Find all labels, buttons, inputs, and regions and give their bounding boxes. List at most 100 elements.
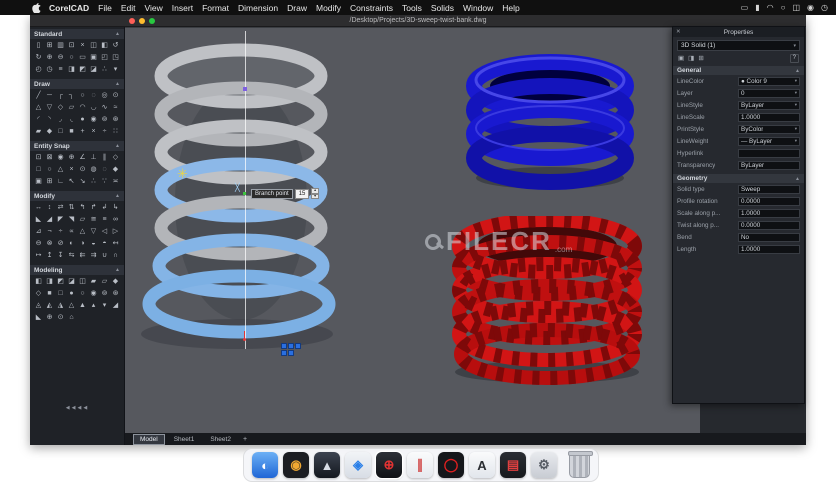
- tool-icon[interactable]: ◬: [33, 300, 44, 312]
- trash-icon[interactable]: [568, 450, 593, 478]
- tool-icon[interactable]: ▰: [88, 276, 99, 288]
- tool-icon[interactable]: △: [77, 226, 88, 238]
- tool-icon[interactable]: ▾: [110, 64, 121, 76]
- tool-icon[interactable]: ◷: [44, 64, 55, 76]
- property-tool-icon[interactable]: ⊞: [698, 54, 703, 62]
- collapse-icon[interactable]: ▲: [795, 68, 800, 74]
- tool-icon[interactable]: ⊘: [55, 238, 66, 250]
- tool-icon[interactable]: □: [55, 288, 66, 300]
- sheet-tab[interactable]: Model: [133, 433, 165, 445]
- tool-icon[interactable]: ◜: [33, 114, 44, 126]
- tool-icon[interactable]: ≍: [110, 176, 121, 188]
- menubar-item[interactable]: File: [98, 3, 112, 13]
- clock-icon[interactable]: ◷: [821, 0, 828, 15]
- tool-icon[interactable]: ●: [66, 288, 77, 300]
- tool-icon[interactable]: ┐: [66, 90, 77, 102]
- tool-icon[interactable]: ↳: [110, 202, 121, 214]
- sheet-tab[interactable]: Sheet2: [203, 434, 238, 445]
- menubar-item[interactable]: View: [145, 3, 163, 13]
- tool-icon[interactable]: ◇: [33, 288, 44, 300]
- tool-icon[interactable]: ◭: [44, 300, 55, 312]
- tool-icon[interactable]: ◣: [33, 312, 44, 324]
- settings-gear-icon[interactable]: ⚙: [531, 452, 557, 478]
- tool-icon[interactable]: ◟: [66, 114, 77, 126]
- menubar-item[interactable]: Format: [202, 3, 229, 13]
- tool-icon[interactable]: ⊕: [44, 312, 55, 324]
- dropdown-arrow-icon[interactable]: ▾: [795, 126, 797, 132]
- property-value-field[interactable]: 1.0000 ▾: [738, 208, 800, 218]
- tool-icon[interactable]: ■: [66, 126, 77, 138]
- tool-icon[interactable]: ≅: [88, 214, 99, 226]
- tool-icon[interactable]: ⊛: [110, 288, 121, 300]
- tool-icon[interactable]: ◇: [110, 152, 121, 164]
- toolbar-section-entity-snap[interactable]: Entity Snap ▲: [30, 141, 124, 151]
- tool-icon[interactable]: ◫: [77, 276, 88, 288]
- dropdown-arrow-icon[interactable]: ▾: [795, 78, 797, 84]
- tool-icon[interactable]: ⊚: [99, 288, 110, 300]
- tool-icon[interactable]: ÷: [55, 226, 66, 238]
- toolbar-collapse-arrows[interactable]: ◀◀◀◀: [30, 405, 125, 411]
- tool-icon[interactable]: △: [66, 300, 77, 312]
- property-value-field[interactable]: ByLayer ▾: [738, 100, 800, 110]
- selection-grip[interactable]: [281, 343, 287, 349]
- photos-icon[interactable]: ◉: [283, 452, 309, 478]
- tool-icon[interactable]: ▱: [66, 102, 77, 114]
- tool-icon[interactable]: ≡: [55, 64, 66, 76]
- tool-icon[interactable]: ◤: [55, 214, 66, 226]
- tool-icon[interactable]: ◨: [44, 276, 55, 288]
- tool-icon[interactable]: ◞: [55, 114, 66, 126]
- battery-icon[interactable]: ▮: [755, 0, 759, 15]
- tool-icon[interactable]: ⇆: [66, 250, 77, 262]
- property-value-field[interactable]: — ByLayer ▾: [738, 136, 800, 146]
- property-value-field[interactable]: No ▾: [738, 232, 800, 242]
- active-app-menu[interactable]: CorelCAD: [49, 3, 89, 13]
- section-geometry[interactable]: Geometry ▲: [673, 174, 804, 183]
- tool-icon[interactable]: ◉: [88, 288, 99, 300]
- add-sheet-button[interactable]: +: [243, 436, 247, 443]
- zoom-window-button[interactable]: [149, 18, 155, 24]
- tool-icon[interactable]: △: [33, 102, 44, 114]
- viewport-canvas[interactable]: ✳ ╳ Branch point 15 ▲ ▼ FILECR .com: [125, 27, 700, 433]
- tool-icon[interactable]: ≡: [99, 214, 110, 226]
- tool-icon[interactable]: ◪: [88, 64, 99, 76]
- display-icon[interactable]: ▭: [741, 0, 749, 15]
- tool-icon[interactable]: ▲: [77, 300, 88, 312]
- tool-icon[interactable]: ↥: [44, 250, 55, 262]
- tool-icon[interactable]: ↲: [99, 202, 110, 214]
- dropdown-arrow-icon[interactable]: ▾: [795, 138, 797, 144]
- camera-lens-icon[interactable]: ◯: [438, 452, 464, 478]
- tool-icon[interactable]: ↺: [110, 40, 121, 52]
- tool-icon[interactable]: ◩: [77, 64, 88, 76]
- tool-icon[interactable]: ⌂: [66, 312, 77, 324]
- tool-icon[interactable]: ⊙: [77, 164, 88, 176]
- tool-icon[interactable]: ⊙: [55, 312, 66, 324]
- tool-icon[interactable]: ▱: [77, 214, 88, 226]
- tool-icon[interactable]: ×: [88, 126, 99, 138]
- property-value-field[interactable]: ByColor ▾: [738, 124, 800, 134]
- tool-icon[interactable]: ◉: [55, 152, 66, 164]
- collapse-icon[interactable]: ▲: [115, 31, 120, 37]
- tool-icon[interactable]: ↤: [110, 238, 121, 250]
- help-button[interactable]: ?: [789, 53, 799, 63]
- toolbar-section-modeling[interactable]: Modeling ▲: [30, 265, 124, 275]
- tool-icon[interactable]: ⇉: [88, 250, 99, 262]
- tool-icon[interactable]: ⊿: [33, 226, 44, 238]
- selection-grip[interactable]: [288, 343, 294, 349]
- toolbar-section-modify[interactable]: Modify ▲: [30, 191, 124, 201]
- tool-icon[interactable]: ⊚: [99, 114, 110, 126]
- menubar-item[interactable]: Constraints: [350, 3, 393, 13]
- tool-icon[interactable]: ∟: [55, 176, 66, 188]
- toolbar-section-standard[interactable]: Standard ▲: [30, 29, 124, 39]
- tool-icon[interactable]: ◩: [55, 276, 66, 288]
- sheet-tab[interactable]: Sheet1: [167, 434, 202, 445]
- display-tool-icon[interactable]: ▤: [500, 452, 526, 478]
- tool-icon[interactable]: ◎: [99, 90, 110, 102]
- tool-icon[interactable]: ↦: [33, 250, 44, 262]
- tool-icon[interactable]: ↻: [33, 52, 44, 64]
- tool-icon[interactable]: ÷: [99, 126, 110, 138]
- tool-icon[interactable]: ≈: [110, 102, 121, 114]
- menubar-item[interactable]: Insert: [172, 3, 193, 13]
- tool-icon[interactable]: ▷: [110, 226, 121, 238]
- tool-icon[interactable]: ∞: [110, 214, 121, 226]
- tool-icon[interactable]: ▴: [88, 300, 99, 312]
